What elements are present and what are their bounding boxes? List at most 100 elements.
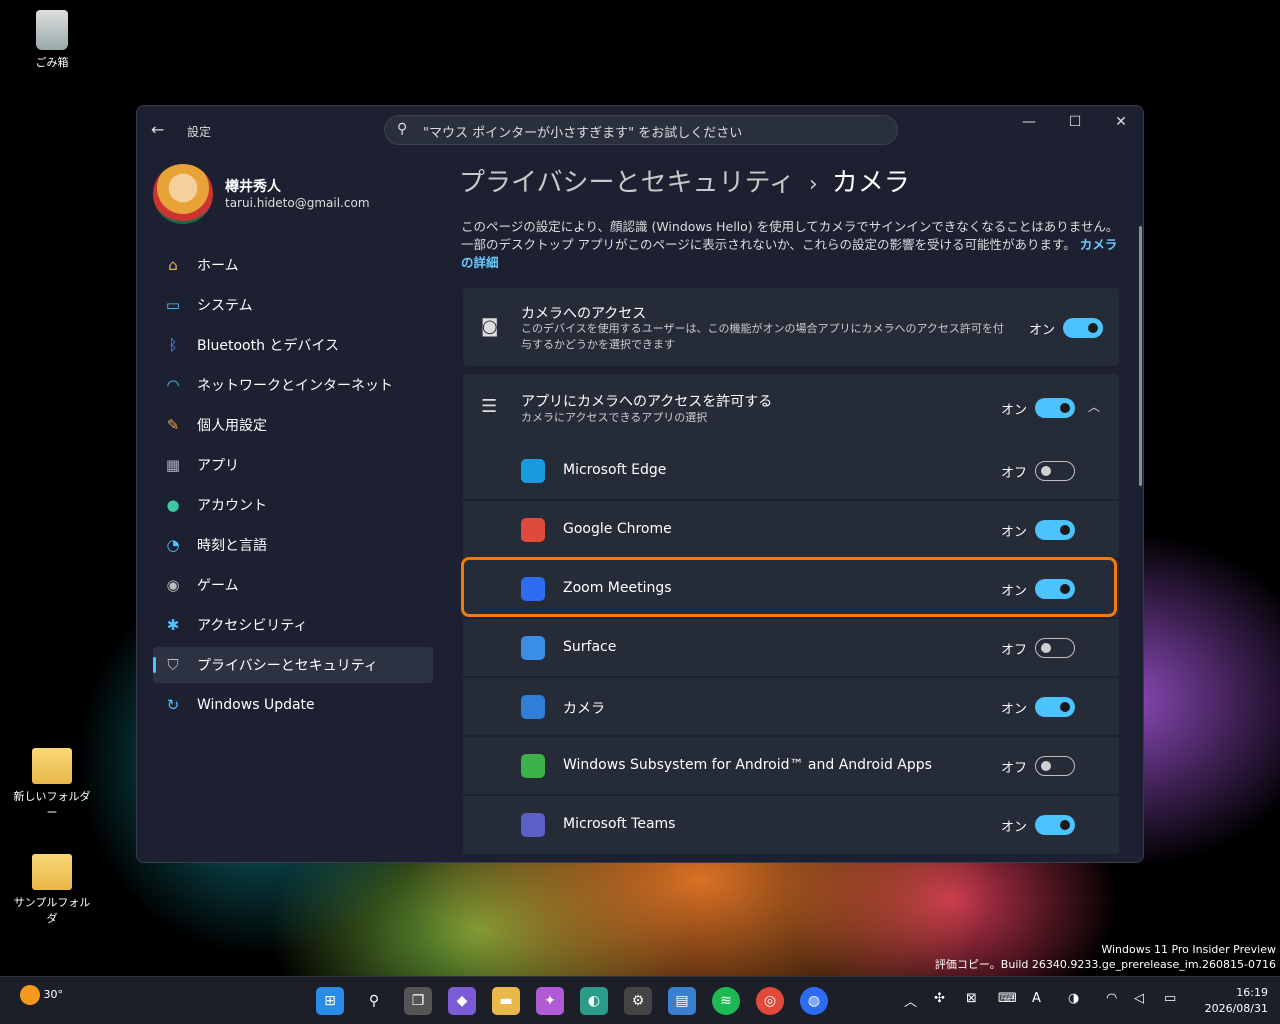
app-toggle[interactable]: [1035, 461, 1075, 481]
google-chrome-icon: [521, 518, 545, 542]
notepad-icon[interactable]: ▤: [668, 987, 696, 1015]
folder-image: [32, 748, 72, 784]
new-folder-icon[interactable]: 新しいフォルダー: [12, 748, 92, 820]
app-toggle[interactable]: [1035, 520, 1075, 540]
avatar[interactable]: [153, 164, 213, 224]
sidebar-item-gaming[interactable]: ◉ ゲーム: [153, 567, 433, 603]
m365-icon[interactable]: ◆: [448, 987, 476, 1015]
task-view-icon[interactable]: ❐: [404, 987, 432, 1015]
app-toggle[interactable]: [1035, 756, 1075, 776]
camera-access-subtitle: このデバイスを使用するユーザーは、この機能がオンの場合アプリにカメラへのアクセス…: [521, 322, 1004, 351]
sidebar-item-personalization[interactable]: ✎ 個人用設定: [153, 407, 433, 443]
app-row-surface: Surface オフ: [463, 619, 1119, 677]
spotify-icon[interactable]: ≋: [712, 987, 740, 1015]
focus-icon[interactable]: ◑: [1068, 991, 1079, 1006]
app-access-state: オン: [1001, 403, 1028, 418]
weather-temp: 30°: [43, 988, 64, 1001]
desktop-icon-label: ごみ箱: [35, 56, 69, 69]
camera-access-toggle[interactable]: [1063, 318, 1103, 338]
search-taskbar-icon[interactable]: ⚲: [360, 987, 388, 1015]
weather-sun-icon: [20, 985, 40, 1005]
sidebar-item-bluetooth[interactable]: ᛒ Bluetooth とデバイス: [153, 327, 433, 363]
zoom-icon[interactable]: ◍: [800, 987, 828, 1015]
sidebar-nav: ⌂ ホーム ▭ システム ᛒ Bluetooth とデバイス ◠ ネットワークとインター…: [153, 247, 433, 727]
sidebar-item-label: アプリ: [197, 458, 239, 474]
app-row-wsa: Windows Subsystem for Android™ and Andro…: [463, 737, 1119, 795]
camera-access-title: カメラへのアクセス: [521, 306, 647, 322]
app-access-title: アプリにカメラへのアクセスを許可する: [521, 394, 773, 410]
app-toggle[interactable]: [1035, 638, 1075, 658]
recycle-bin-image: [36, 10, 68, 50]
battery-icon[interactable]: ▭: [1164, 991, 1176, 1006]
sidebar-item-apps[interactable]: ▦ アプリ: [153, 447, 433, 483]
gamepad-icon: ◉: [166, 576, 180, 594]
minimize-button[interactable]: —: [1014, 114, 1044, 130]
weather-widget[interactable]: 30°: [20, 985, 63, 1005]
sidebar-item-system[interactable]: ▭ システム: [153, 287, 433, 323]
chevron-up-icon[interactable]: ︿: [1088, 398, 1100, 415]
keyboard-icon[interactable]: ⌨: [998, 991, 1017, 1006]
app-toggle[interactable]: [1035, 815, 1075, 835]
page-title: カメラ: [831, 168, 910, 198]
sidebar-item-label: プライバシーとセキュリティ: [197, 658, 378, 674]
search-input[interactable]: ⚲ "マウス ポインターが小さすぎます" をお試しください: [384, 115, 898, 145]
chrome-icon[interactable]: ◎: [756, 987, 784, 1015]
move-icon[interactable]: ✣: [934, 991, 945, 1006]
back-arrow-icon[interactable]: ←: [151, 120, 164, 139]
camera-access-state: オン: [1029, 323, 1056, 338]
sidebar-item-network[interactable]: ◠ ネットワークとインターネット: [153, 367, 433, 403]
title-bar: ← 設定 ⚲ "マウス ポインターが小さすぎます" をお試しください — ☐ ✕: [137, 106, 1143, 152]
app-name: Windows Subsystem for Android™ and Andro…: [563, 757, 932, 773]
clock[interactable]: 16:19 2026/08/31: [1205, 985, 1268, 1017]
app-state-label: オン: [1001, 820, 1028, 835]
app-row-microsoft-edge: Microsoft Edge オフ: [463, 442, 1119, 500]
folder-image: [32, 854, 72, 890]
camera-access-card: ◙ カメラへのアクセス このデバイスを使用するユーザーは、この機能がオンの場合ア…: [463, 288, 1119, 366]
scrollbar[interactable]: [1139, 226, 1142, 486]
settings-window: ← 設定 ⚲ "マウス ポインターが小さすぎます" をお試しください — ☐ ✕…: [136, 105, 1144, 863]
file-explorer-icon[interactable]: ▬: [492, 987, 520, 1015]
bluetooth-icon: ᛒ: [168, 336, 178, 354]
network-status-icon[interactable]: ⊠: [966, 991, 977, 1006]
ime-indicator[interactable]: A: [1032, 991, 1041, 1006]
desktop-icon-label: サンプルフォルダ: [13, 896, 91, 925]
app-name: Surface: [563, 639, 617, 655]
copilot-icon[interactable]: ✦: [536, 987, 564, 1015]
settings-gear-icon[interactable]: ⚙: [624, 987, 652, 1015]
chevron-up-tray-icon[interactable]: ︿: [904, 991, 917, 1010]
sidebar-item-label: ネットワークとインターネット: [197, 378, 393, 394]
app-access-toggle[interactable]: [1035, 398, 1075, 418]
clock-date: 2026/08/31: [1204, 1002, 1268, 1015]
user-email: tarui.hideto@gmail.com: [225, 196, 370, 210]
sample-folder-icon[interactable]: サンプルフォルダ: [12, 854, 92, 926]
sidebar-item-accessibility[interactable]: ✱ アクセシビリティ: [153, 607, 433, 643]
maximize-button[interactable]: ☐: [1060, 114, 1090, 130]
sidebar-item-accounts[interactable]: ● アカウント: [153, 487, 433, 523]
sidebar-item-label: Windows Update: [197, 697, 315, 713]
wsa-icon: [521, 754, 545, 778]
breadcrumb-parent[interactable]: プライバシーとセキュリティ: [459, 168, 795, 198]
sidebar-item-privacy-security[interactable]: ⛉ プライバシーとセキュリティ: [153, 647, 433, 683]
app-access-card[interactable]: ☰ アプリにカメラへのアクセスを許可する カメラにアクセスできるアプリの選択 オ…: [463, 374, 1119, 442]
close-button[interactable]: ✕: [1106, 114, 1136, 130]
sidebar-item-windows-update[interactable]: ↻ Windows Update: [153, 687, 433, 723]
volume-icon[interactable]: ◁: [1134, 991, 1144, 1006]
app-state-label: オフ: [1001, 643, 1028, 658]
start-icon[interactable]: ⊞: [316, 987, 344, 1015]
zoom-highlight-annotation: [461, 557, 1117, 617]
build-watermark: Windows 11 Pro Insider Preview 評価コピー。Bui…: [935, 942, 1276, 972]
recycle-bin-icon[interactable]: ごみ箱: [12, 10, 92, 70]
app-state-label: オフ: [1001, 761, 1028, 776]
sidebar-item-time-language[interactable]: ◔ 時刻と言語: [153, 527, 433, 563]
taskbar: 30° ⊞ ⚲ ❐ ◆ ▬ ✦ ◐ ⚙ ▤ ≋ ◎ ◍ ︿ ✣ ⊠ ⌨ A ◑ …: [0, 976, 1280, 1024]
list-icon: ☰: [481, 396, 498, 417]
wifi-tray-icon[interactable]: ◠: [1106, 991, 1117, 1006]
sidebar-item-home[interactable]: ⌂ ホーム: [153, 247, 433, 283]
watermark-line-1: Windows 11 Pro Insider Preview: [1101, 943, 1276, 956]
user-name: 樽井秀人: [225, 179, 281, 195]
app-name: Google Chrome: [563, 521, 672, 537]
search-icon: ⚲: [397, 121, 408, 137]
edge-icon[interactable]: ◐: [580, 987, 608, 1015]
sidebar-item-label: 時刻と言語: [197, 538, 267, 554]
app-toggle[interactable]: [1035, 697, 1075, 717]
